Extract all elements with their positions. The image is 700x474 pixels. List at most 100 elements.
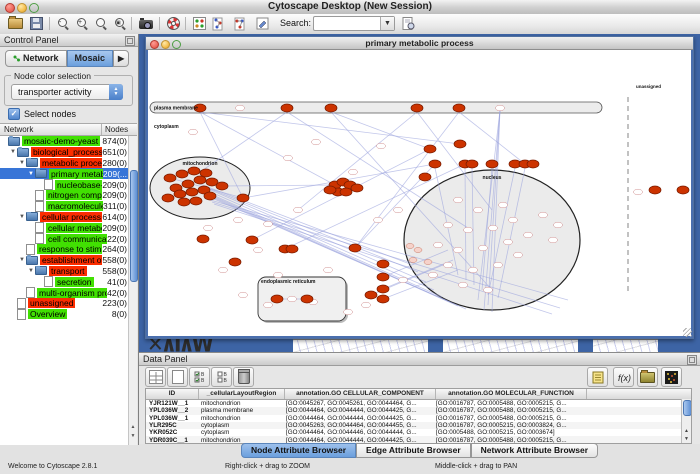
tree-scrollbar-thumb[interactable]: [130, 170, 138, 282]
background-window-fragment[interactable]: [443, 339, 578, 352]
background-window-fragment[interactable]: [593, 339, 658, 352]
column-header[interactable]: _cellularLayoutRegion: [199, 389, 285, 399]
node: [496, 105, 505, 111]
network-window-titlebar[interactable]: primary metabolic process: [146, 37, 693, 50]
node-selected: [677, 186, 689, 194]
attribute-checklist-icon[interactable]: BB: [189, 367, 210, 387]
tree-row-count: 42(0): [107, 288, 129, 298]
layout-nodes-icon[interactable]: [210, 15, 228, 32]
resize-grip[interactable]: [683, 328, 692, 337]
search-dropdown-icon[interactable]: ▼: [380, 17, 394, 30]
tree-row[interactable]: response to stimul264(0): [0, 244, 129, 255]
tree-row[interactable]: cellular metabol209(0): [0, 222, 129, 233]
table-row[interactable]: YKR052Ccytoplasm[GO:0044464, GO:0044446,…: [146, 429, 691, 436]
import-folder-icon[interactable]: [637, 367, 658, 387]
tree-row[interactable]: secretion41(0): [0, 276, 129, 287]
select-nodes-checkbox[interactable]: ✓: [8, 108, 20, 120]
network-graph[interactable]: plasma membranecytoplasmmitochondrionnuc…: [148, 50, 691, 337]
tree-col-nodes[interactable]: Nodes: [102, 124, 137, 135]
table-scrollbar-thumb[interactable]: [683, 400, 692, 416]
tree-col-network[interactable]: Network: [0, 124, 102, 135]
tree-row[interactable]: unassigned223(0): [0, 298, 129, 309]
table-row[interactable]: YLR295Ccytoplasm[GO:0045263, GO:0044464,…: [146, 422, 691, 429]
save-icon[interactable]: [27, 15, 45, 32]
annotation-icon[interactable]: [253, 15, 271, 32]
node: [454, 197, 463, 203]
search-config-icon[interactable]: [399, 15, 417, 32]
tree-row-label: metabolic process: [40, 158, 102, 168]
network-canvas[interactable]: plasma membranecytoplasmmitochondrionnuc…: [146, 50, 693, 338]
snapshot-icon[interactable]: [136, 15, 156, 32]
zoom-fit-icon[interactable]: [92, 15, 110, 32]
background-window-fragment[interactable]: [293, 339, 428, 352]
table-row[interactable]: YPL036W__1mitochondrion[GO:0044464, GO:0…: [146, 415, 691, 422]
new-attribute-icon[interactable]: [167, 367, 188, 387]
table-row[interactable]: YPL036W__2plasma membrane[GO:0044464, GO…: [146, 407, 691, 414]
cytoplasm-label: cytoplasm: [154, 124, 179, 130]
formula-icon[interactable]: f(x): [613, 367, 634, 387]
tree-row[interactable]: ▼primary metabo209(...: [0, 168, 129, 179]
node-selected: [194, 176, 206, 184]
attribute-table-header[interactable]: ID_cellularLayoutRegionannotation.GO CEL…: [146, 389, 691, 400]
tree-row[interactable]: ▼biological_process651(0): [0, 147, 129, 158]
float-panel-icon[interactable]: [125, 36, 135, 46]
tab-edge-attribute-browser[interactable]: Edge Attribute Browser: [356, 443, 471, 458]
layout-edges-icon[interactable]: [232, 15, 250, 32]
tab-network-attribute-browser[interactable]: Network Attribute Browser: [471, 443, 598, 458]
attribute-list-icon[interactable]: BB: [211, 367, 232, 387]
vizmapper-icon[interactable]: [190, 15, 208, 32]
expand-triangle-icon[interactable]: ▼: [27, 268, 35, 274]
tree-row[interactable]: nucleobase-209(0): [0, 179, 129, 190]
tree-row[interactable]: multi-organism pro42(0): [0, 287, 129, 298]
select-attributes-icon[interactable]: [145, 367, 166, 387]
node: [234, 217, 243, 223]
tab-overflow-icon[interactable]: ▶: [113, 50, 129, 67]
expand-triangle-icon[interactable]: ▼: [18, 160, 26, 166]
table-scrollbar-arrows[interactable]: ▲▼: [682, 427, 691, 443]
expand-triangle-icon[interactable]: ▼: [18, 257, 26, 263]
table-scrollbar[interactable]: ▲▼: [681, 399, 691, 443]
tree-row[interactable]: ▼metabolic process280(0): [0, 158, 129, 169]
node: [219, 267, 228, 273]
expand-triangle-icon[interactable]: ▼: [27, 171, 35, 177]
tree-scrollbar[interactable]: ▲▼: [128, 136, 137, 445]
node-color-dropdown[interactable]: transporter activity ▲▼: [11, 84, 123, 100]
search-input[interactable]: ▼: [313, 16, 395, 31]
open-icon[interactable]: [6, 15, 24, 32]
tree-row[interactable]: ▼transport558(0): [0, 266, 129, 277]
node: [399, 277, 408, 283]
tree-scrollbar-arrows[interactable]: ▲▼: [129, 423, 137, 443]
table-cell: cytoplasm: [198, 422, 283, 429]
tab-network[interactable]: Network: [5, 50, 67, 67]
expand-triangle-icon[interactable]: ▼: [9, 149, 17, 155]
svg-text:B: B: [201, 378, 205, 383]
table-row[interactable]: YJR121W__1mitochondrion[GO:0045267, GO:0…: [146, 400, 691, 407]
tree-row[interactable]: cell communicat22(0): [0, 233, 129, 244]
zoom-selected-icon[interactable]: ▣: [111, 15, 129, 32]
tree-row[interactable]: macromolecule311(0): [0, 201, 129, 212]
tree-row[interactable]: ▼cellular process614(0): [0, 212, 129, 223]
tab-mosaic[interactable]: Mosaic: [67, 50, 114, 67]
zoom-in-icon[interactable]: +: [73, 15, 91, 32]
float-panel-icon[interactable]: [687, 355, 697, 365]
cytoscape-app: Cytoscape Desktop (New Session) - + ▣ Se…: [0, 0, 700, 474]
window-titlebar[interactable]: Cytoscape Desktop (New Session): [0, 0, 700, 15]
tree-row-label: establishment of lo: [40, 255, 102, 265]
tree-row[interactable]: mosaic-demo-yeast874(0): [0, 136, 129, 147]
zoom-out-icon[interactable]: -: [54, 15, 72, 32]
tab-node-attribute-browser[interactable]: Node Attribute Browser: [241, 443, 356, 458]
column-header[interactable]: ID: [146, 389, 199, 399]
attribute-browser-tabs: Node Attribute BrowserEdge Attribute Bro…: [139, 443, 700, 458]
help-icon[interactable]: [164, 15, 182, 32]
column-header[interactable]: annotation.GO MOLECULAR_FUNCTION: [436, 389, 587, 399]
node: [274, 272, 283, 278]
tree-row[interactable]: Overview8(0): [0, 309, 129, 320]
column-header[interactable]: annotation.GO CELLULAR_COMPONENT: [285, 389, 436, 399]
delete-attribute-icon[interactable]: [233, 367, 254, 387]
expand-triangle-icon[interactable]: ▼: [18, 214, 26, 220]
node: [484, 287, 493, 293]
notes-icon[interactable]: [587, 367, 608, 387]
tree-row[interactable]: ▼establishment of lo558(0): [0, 255, 129, 266]
tree-row[interactable]: nitrogen compo209(0): [0, 190, 129, 201]
matrix-icon[interactable]: [661, 367, 682, 387]
